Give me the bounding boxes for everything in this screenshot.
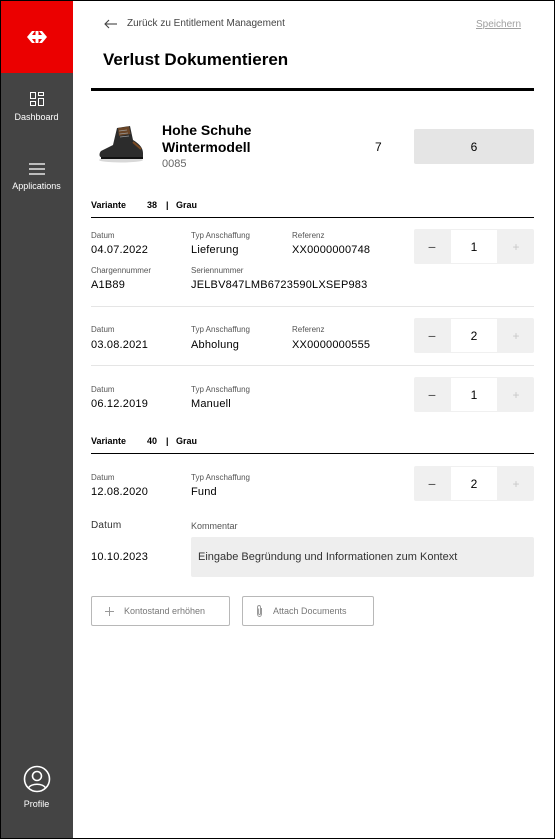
referenz-value: XX0000000748 xyxy=(292,244,371,256)
variant-separator: | xyxy=(166,200,169,210)
product-name-line1: Hohe Schuhe xyxy=(162,122,252,138)
typ-label: Typ Anschaffung xyxy=(191,385,251,394)
serial-label: Seriennummer xyxy=(191,266,244,275)
quantity-value[interactable]: 2 xyxy=(451,467,497,500)
typ-label: Typ Anschaffung xyxy=(191,231,251,240)
kommentar-label: Kommentar xyxy=(191,521,238,531)
typ-label: Typ Anschaffung xyxy=(191,325,251,334)
sidebar-item-label: Profile xyxy=(23,799,50,809)
variant-color: Grau xyxy=(176,200,198,210)
increment-button[interactable]: + xyxy=(498,229,534,264)
typ-value: Fund xyxy=(191,486,217,498)
save-link[interactable]: Speichern xyxy=(476,19,521,30)
variant-label: Variante xyxy=(91,436,127,446)
variant-color: Grau xyxy=(176,436,198,446)
quantity-value[interactable]: 1 xyxy=(451,230,497,263)
quantity-stepper: − 1 + xyxy=(414,377,534,412)
referenz-label: Referenz xyxy=(292,231,325,240)
referenz-label: Referenz xyxy=(292,325,325,334)
typ-value: Manuell xyxy=(191,398,231,410)
comment-datum-value: 10.10.2023 xyxy=(91,551,149,563)
attach-documents-button[interactable]: Attach Documents xyxy=(242,596,374,626)
typ-value: Lieferung xyxy=(191,244,239,256)
decrement-button[interactable]: − xyxy=(414,377,450,412)
user-icon xyxy=(23,765,50,793)
quantity-stepper: − 2 + xyxy=(414,466,534,501)
typ-value: Abholung xyxy=(191,339,240,351)
attach-documents-label: Attach Documents xyxy=(273,606,347,616)
page-title: Verlust Dokumentieren xyxy=(103,50,289,69)
quantity-value[interactable]: 2 xyxy=(451,319,497,352)
raise-balance-button[interactable]: Kontostand erhöhen xyxy=(91,596,230,626)
quantity-value[interactable]: 1 xyxy=(451,378,497,411)
referenz-value: XX0000000555 xyxy=(292,339,371,351)
sbb-logo-icon xyxy=(26,30,47,43)
comment-datum-label: Datum xyxy=(91,520,122,531)
serial-value: JELBV847LMB6723590LXSEP983 xyxy=(191,279,368,291)
sbb-logo[interactable] xyxy=(0,0,73,73)
sidebar-item-profile[interactable]: Profile xyxy=(0,765,73,809)
sidebar-item-label: Dashboard xyxy=(14,112,59,122)
variant-size: 38 xyxy=(147,200,158,210)
sidebar-item-dashboard[interactable]: Dashboard xyxy=(0,92,73,122)
variant-size: 40 xyxy=(147,436,158,446)
typ-label: Typ Anschaffung xyxy=(191,473,251,482)
datum-label: Datum xyxy=(91,385,115,394)
plus-icon xyxy=(105,606,114,616)
charge-label: Chargennummer xyxy=(91,266,152,275)
datum-label: Datum xyxy=(91,231,115,240)
increment-button[interactable]: + xyxy=(498,318,534,353)
back-link-label: Zurück zu Entitlement Management xyxy=(127,18,285,29)
sidebar-item-label: Applications xyxy=(12,181,61,191)
dashboard-icon xyxy=(29,92,44,106)
menu-icon xyxy=(28,163,45,175)
datum-value: 06.12.2019 xyxy=(91,398,149,410)
decrement-button[interactable]: − xyxy=(414,318,450,353)
sidebar: Dashboard Applications Profile xyxy=(0,0,73,839)
comment-input[interactable] xyxy=(191,537,534,577)
decrement-button[interactable]: − xyxy=(414,466,450,501)
quantity-stepper: − 2 + xyxy=(414,318,534,353)
sidebar-item-applications[interactable]: Applications xyxy=(0,163,73,191)
datum-value: 12.08.2020 xyxy=(91,486,149,498)
decrement-button[interactable]: − xyxy=(414,229,450,264)
boot-image xyxy=(99,126,143,163)
datum-label: Datum xyxy=(91,473,115,482)
variant-separator: | xyxy=(166,436,169,446)
charge-value: A1B89 xyxy=(91,279,126,291)
increment-button[interactable]: + xyxy=(498,466,534,501)
quantity-stepper: − 1 + xyxy=(414,229,534,264)
datum-value: 03.08.2021 xyxy=(91,339,149,351)
product-code: 0085 xyxy=(162,158,187,170)
variant-label: Variante xyxy=(91,200,127,210)
back-link[interactable]: Zurück zu Entitlement Management xyxy=(104,18,285,29)
title-divider xyxy=(91,88,534,91)
product-name-line2: Wintermodell xyxy=(162,139,251,155)
arrow-left-icon xyxy=(104,19,117,28)
datum-value: 04.07.2022 xyxy=(91,244,149,256)
row-divider xyxy=(91,306,534,307)
product-stock: 7 xyxy=(375,140,382,154)
increment-button[interactable]: + xyxy=(498,377,534,412)
product-target-count: 6 xyxy=(414,129,534,164)
row-divider xyxy=(91,365,534,366)
paperclip-icon xyxy=(256,605,263,617)
window-frame xyxy=(0,0,555,839)
raise-balance-label: Kontostand erhöhen xyxy=(124,606,206,616)
product-name: Hohe Schuhe Wintermodell xyxy=(162,122,251,156)
variant-header: Variante 38 | Grau xyxy=(91,200,534,218)
variant-header: Variante 40 | Grau xyxy=(91,436,534,454)
datum-label: Datum xyxy=(91,325,115,334)
